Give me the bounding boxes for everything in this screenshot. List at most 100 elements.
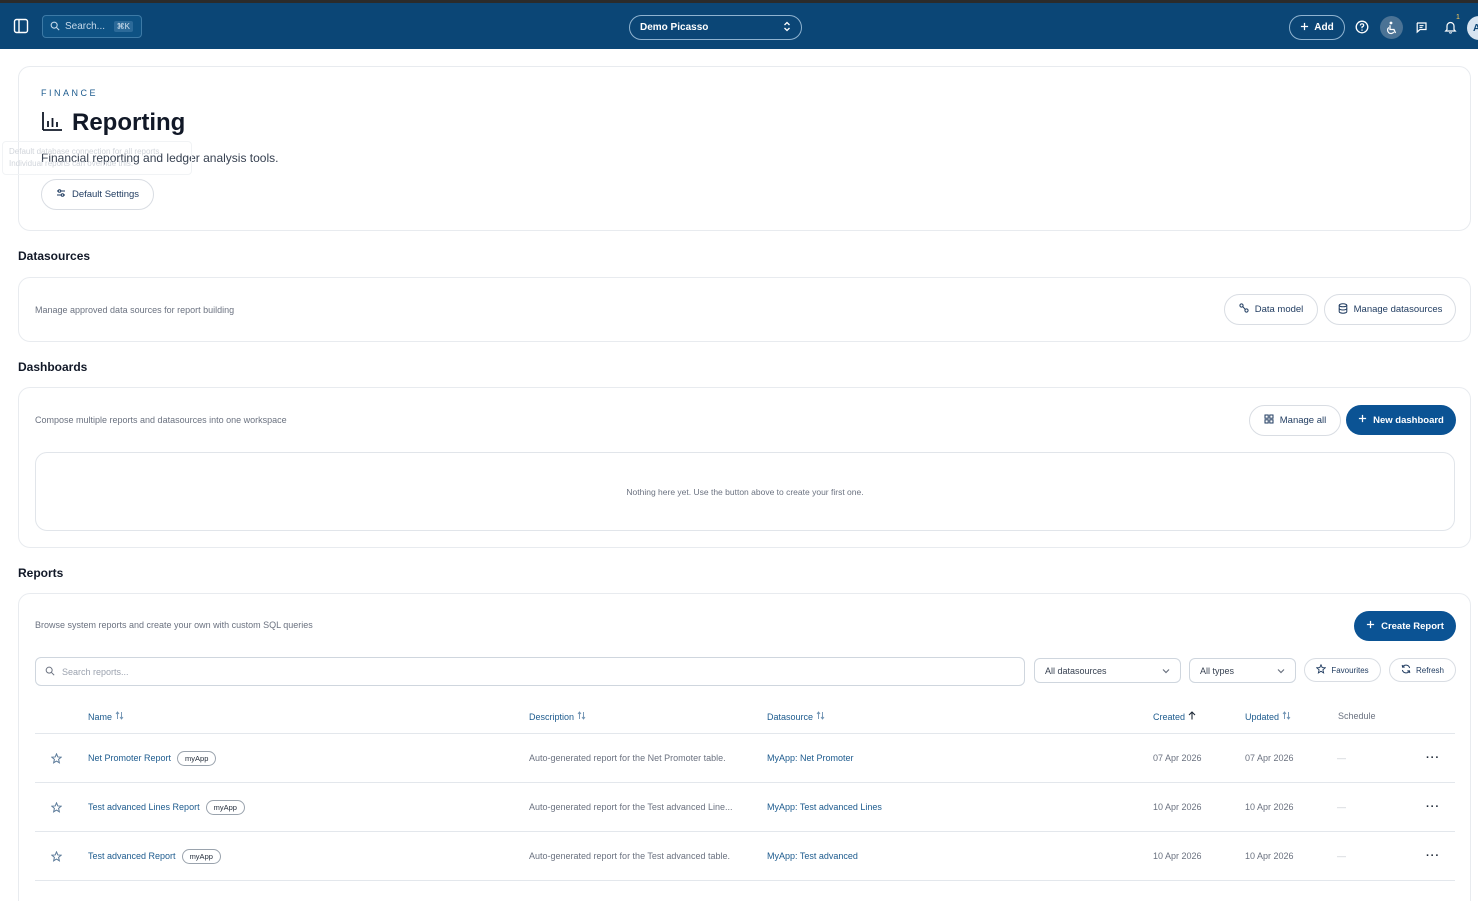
- datasource-filter-select[interactable]: All datasources: [1034, 658, 1181, 683]
- report-name-link[interactable]: Net Promoter Report: [88, 753, 171, 763]
- refresh-button[interactable]: Refresh: [1389, 658, 1456, 682]
- report-name-cell[interactable]: Test advanced Report myApp: [88, 832, 221, 880]
- app-tag: myApp: [205, 799, 245, 815]
- favourites-label: Favourites: [1331, 665, 1369, 675]
- report-created-date: 10 Apr 2026: [1153, 851, 1202, 861]
- category-eyebrow: FINANCE: [41, 88, 99, 98]
- dashboards-description: Compose multiple reports and datasources…: [35, 415, 287, 425]
- column-header-created[interactable]: Created: [1153, 711, 1196, 722]
- reporting-header-card: FINANCE Reporting Financial reporting an…: [18, 66, 1471, 231]
- plus-icon: [1300, 22, 1309, 34]
- report-schedule: —: [1337, 753, 1346, 763]
- report-name-cell[interactable]: Net Promoter Report myApp: [88, 734, 217, 782]
- bar-chart-icon: [41, 110, 63, 137]
- plus-icon: [1366, 620, 1375, 632]
- report-name-link[interactable]: Test advanced Lines Report: [88, 802, 200, 812]
- plus-icon: [1358, 414, 1367, 426]
- report-created-date: 10 Apr 2026: [1153, 802, 1202, 812]
- global-search-button[interactable]: Search... ⌘K: [42, 15, 142, 38]
- report-description: Auto-generated report for the Test advan…: [529, 802, 733, 812]
- datasources-card: Manage approved data sources for report …: [18, 277, 1471, 342]
- row-actions-menu-icon[interactable]: ···: [1426, 734, 1440, 782]
- sidebar-toggle-icon[interactable]: [13, 18, 29, 34]
- column-created-label: Created: [1153, 711, 1186, 722]
- reports-card: Browse system reports and create your ow…: [18, 593, 1471, 901]
- datasources-description: Manage approved data sources for report …: [35, 305, 235, 315]
- feedback-icon[interactable]: [1411, 17, 1431, 37]
- report-schedule: —: [1337, 802, 1346, 812]
- column-header-description[interactable]: Description: [529, 711, 586, 722]
- table-row[interactable]: Net Promoter Report myApp Auto-generated…: [35, 734, 1455, 783]
- database-icon: [1338, 302, 1348, 317]
- data-model-label: Data model: [1254, 304, 1304, 315]
- chevron-down-icon: [1162, 666, 1170, 676]
- dashboards-section-title: Dashboards: [18, 360, 88, 374]
- column-header-updated[interactable]: Updated: [1245, 711, 1291, 722]
- sliders-icon: [56, 188, 66, 201]
- reports-section-title: Reports: [18, 566, 64, 580]
- page-title: Reporting: [72, 109, 186, 136]
- manage-datasources-label: Manage datasources: [1353, 304, 1443, 315]
- search-icon: [45, 663, 55, 681]
- star-icon: [1315, 663, 1327, 676]
- column-header-name[interactable]: Name: [88, 711, 124, 722]
- column-name-label: Name: [88, 711, 113, 722]
- dashboards-empty-state: Nothing here yet. Use the button above t…: [35, 452, 1455, 531]
- report-search-input[interactable]: [62, 666, 962, 677]
- accessibility-icon[interactable]: [1380, 16, 1403, 39]
- default-settings-button[interactable]: Default Settings: [41, 179, 154, 210]
- top-navigation-bar: Search... ⌘K Demo Picasso Add 1 A: [0, 3, 1478, 49]
- app-tag: myApp: [181, 848, 221, 864]
- report-datasource: MyApp: Net Promoter: [767, 753, 854, 763]
- new-dashboard-label: New dashboard: [1373, 414, 1444, 426]
- workspace-selector[interactable]: Demo Picasso: [629, 15, 802, 40]
- row-actions-menu-icon[interactable]: ···: [1426, 783, 1440, 831]
- create-report-label: Create Report: [1381, 620, 1444, 632]
- manage-all-dashboards-button[interactable]: Manage all: [1249, 405, 1341, 436]
- tooltip-line-2: Individual reports can override this.: [9, 159, 134, 168]
- column-schedule-label: Schedule: [1338, 711, 1376, 721]
- data-model-button[interactable]: Data model: [1224, 294, 1318, 325]
- default-settings-label: Default Settings: [71, 189, 140, 200]
- add-button-label: Add: [1314, 22, 1334, 33]
- workspace-name: Demo Picasso: [640, 22, 709, 33]
- create-report-button[interactable]: Create Report: [1354, 611, 1456, 641]
- search-icon: [50, 18, 60, 36]
- help-icon[interactable]: [1352, 17, 1372, 37]
- refresh-label: Refresh: [1415, 665, 1444, 675]
- favourite-star-icon[interactable]: [51, 832, 62, 880]
- table-row[interactable]: Test advanced Report myApp Auto-generate…: [35, 832, 1455, 881]
- dashboards-card: Compose multiple reports and datasources…: [18, 387, 1471, 548]
- row-actions-menu-icon[interactable]: ···: [1426, 832, 1440, 880]
- report-name-link[interactable]: Test advanced Report: [88, 851, 176, 861]
- tooltip-line-1: Default database connection for all repo…: [9, 147, 162, 156]
- sort-icon: [115, 711, 124, 722]
- manage-datasources-button[interactable]: Manage datasources: [1324, 294, 1456, 325]
- report-description: Auto-generated report for the Test advan…: [529, 851, 730, 861]
- column-description-label: Description: [529, 711, 575, 722]
- column-updated-label: Updated: [1245, 711, 1280, 722]
- add-button[interactable]: Add: [1289, 15, 1345, 40]
- user-avatar[interactable]: A: [1467, 16, 1478, 40]
- notification-count-badge: 1: [1456, 14, 1460, 21]
- sort-ascending-icon: [1188, 711, 1196, 722]
- type-filter-value: All types: [1200, 665, 1235, 676]
- refresh-icon: [1401, 664, 1411, 676]
- report-search-field[interactable]: [35, 657, 1025, 686]
- report-description: Auto-generated report for the Net Promot…: [529, 753, 726, 763]
- report-datasource: MyApp: Test advanced Lines: [767, 802, 882, 812]
- chevron-up-down-icon: [783, 19, 791, 37]
- new-dashboard-button[interactable]: New dashboard: [1346, 405, 1456, 435]
- type-filter-select[interactable]: All types: [1189, 658, 1296, 683]
- report-name-cell[interactable]: Test advanced Lines Report myApp: [88, 783, 245, 831]
- sort-icon: [816, 711, 825, 722]
- table-row[interactable]: Test advanced Lines Report myApp Auto-ge…: [35, 783, 1455, 832]
- search-shortcut-badge: ⌘K: [113, 21, 133, 32]
- data-model-icon: [1239, 303, 1249, 316]
- favourite-star-icon[interactable]: [51, 734, 62, 782]
- manage-all-label: Manage all: [1279, 415, 1327, 426]
- column-header-datasource[interactable]: Datasource: [767, 711, 825, 722]
- favourite-star-icon[interactable]: [51, 783, 62, 831]
- app-tag: myApp: [177, 750, 217, 766]
- favourites-filter-button[interactable]: Favourites: [1304, 658, 1381, 682]
